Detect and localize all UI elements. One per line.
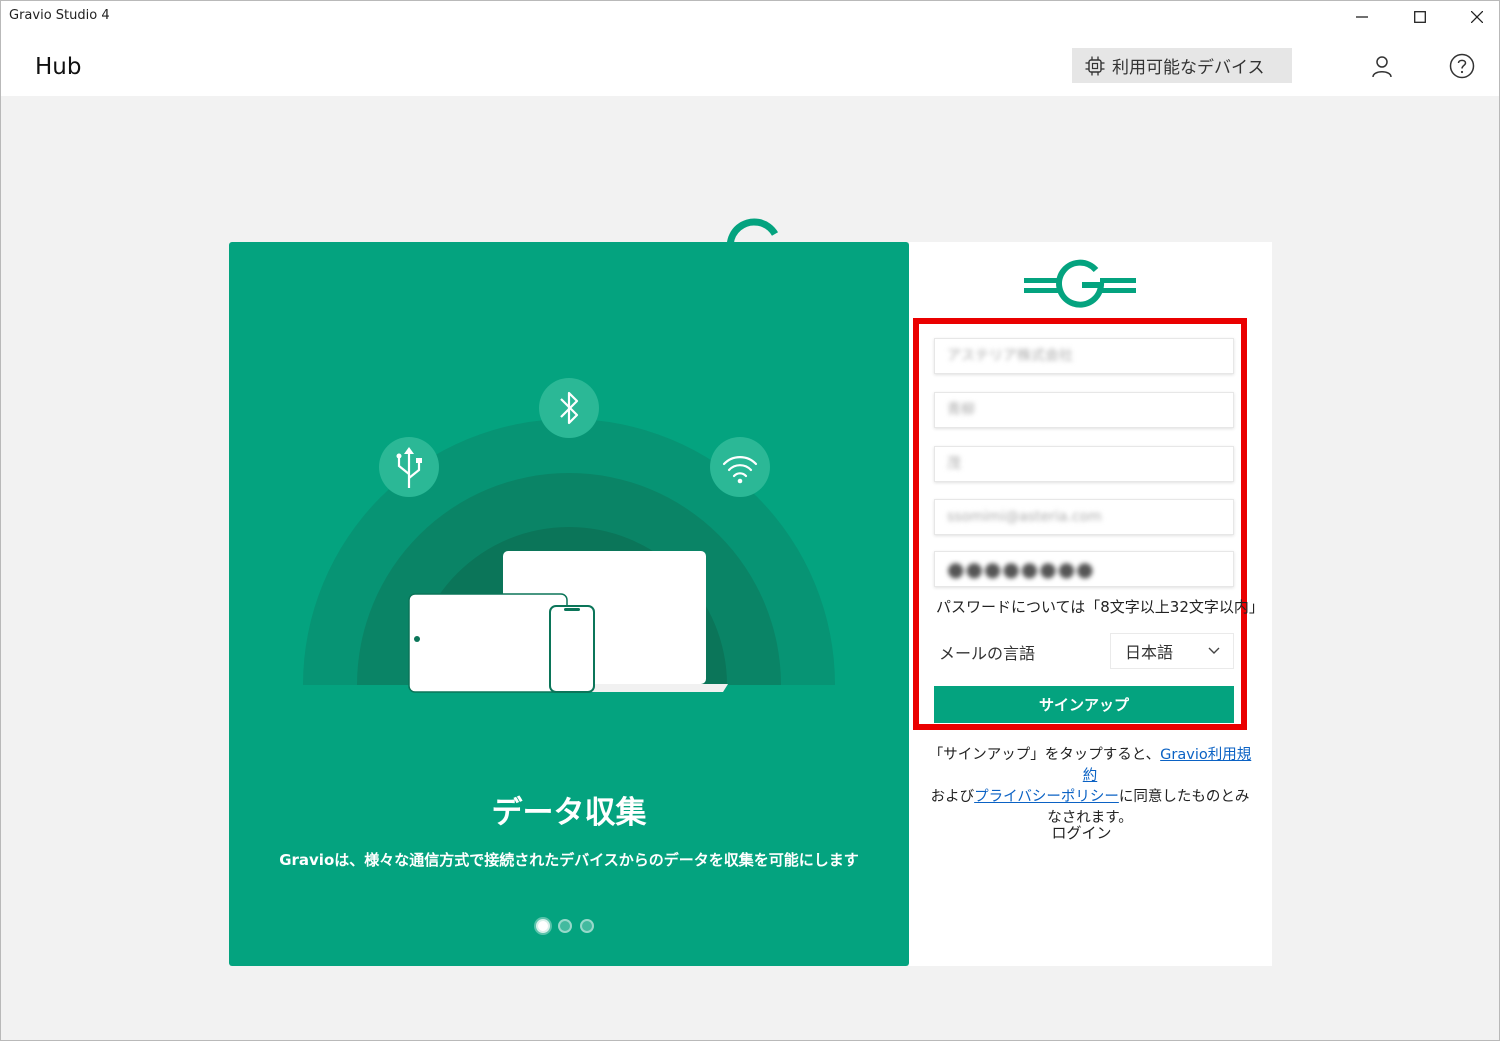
mail-language-value: 日本語 [1125,643,1174,662]
account-button[interactable] [1368,52,1396,80]
terms-prefix: 「サインアップ」をタップすると、 [928,747,1161,763]
app-header: Hub 利用可能なデバイス [0,34,1500,96]
gravio-logo [1024,259,1136,308]
maximize-button[interactable] [1391,0,1449,34]
title-bar: Gravio Studio 4 [0,0,1500,34]
email-value: ssomimi@asteria.com [947,509,1102,525]
password-value: ●●●●●●●● [947,557,1095,581]
privacy-policy-link[interactable]: プライバシーポリシー [974,789,1119,805]
carousel-dot[interactable] [558,919,572,933]
feature-title: データ収集 [491,795,647,831]
page-title: Hub [35,54,82,80]
company-value: アステリア株式会社 [947,348,1073,364]
background-logo-fragment [700,216,810,244]
available-devices-button[interactable]: 利用可能なデバイス [1072,48,1292,83]
user-icon [1372,56,1392,78]
chip-icon [1085,56,1105,75]
data-collection-illustration [303,378,835,693]
first-name-input[interactable]: 茂 [934,446,1234,482]
wifi-icon-badge [710,437,770,497]
login-link[interactable]: ログイン [909,822,1254,843]
tablet-illustration [408,593,568,693]
email-input[interactable]: ssomimi@asteria.com [934,499,1234,535]
minimize-button[interactable] [1333,0,1391,34]
close-icon [1471,11,1483,23]
last-name-input[interactable]: 青柳 [934,392,1234,428]
last-name-value: 青柳 [947,402,975,418]
terms-middle: および [930,789,975,805]
mail-language-select[interactable]: 日本語 [1110,633,1234,669]
available-devices-label: 利用可能なデバイス [1112,58,1265,78]
carousel-dot[interactable] [580,919,594,933]
feature-carousel: データ収集 Gravioは、様々な通信方式で接続されたデバイスからのデータを収集… [229,242,909,966]
signup-panel: アステリア株式会社 青柳 茂 ssomimi@asteria.com ●●●●●… [909,242,1272,966]
mail-language-label: メールの言語 [939,644,1036,663]
minimize-icon [1356,16,1368,18]
password-requirement-note: パスワードについては「8文字以上32文字以内」 [936,598,1264,616]
feature-description: Gravioは、様々な通信方式で接続されたデバイスからのデータを収集を可能にしま… [279,851,859,869]
first-name-value: 茂 [947,456,961,472]
close-button[interactable] [1448,0,1500,34]
carousel-indicators [536,919,594,933]
help-icon [1449,53,1475,79]
terms-notice: 「サインアップ」をタップすると、Gravio利用規約 およびプライバシーポリシー… [925,745,1255,829]
app-title: Gravio Studio 4 [9,8,110,23]
maximize-icon [1414,11,1426,23]
help-button[interactable] [1448,52,1476,80]
company-input[interactable]: アステリア株式会社 [934,338,1234,374]
chevron-down-icon [1208,647,1220,654]
signup-button[interactable]: サインアップ [934,686,1234,723]
password-input[interactable]: ●●●●●●●● [934,551,1234,587]
phone-illustration [549,605,595,693]
carousel-dot[interactable] [536,919,550,933]
